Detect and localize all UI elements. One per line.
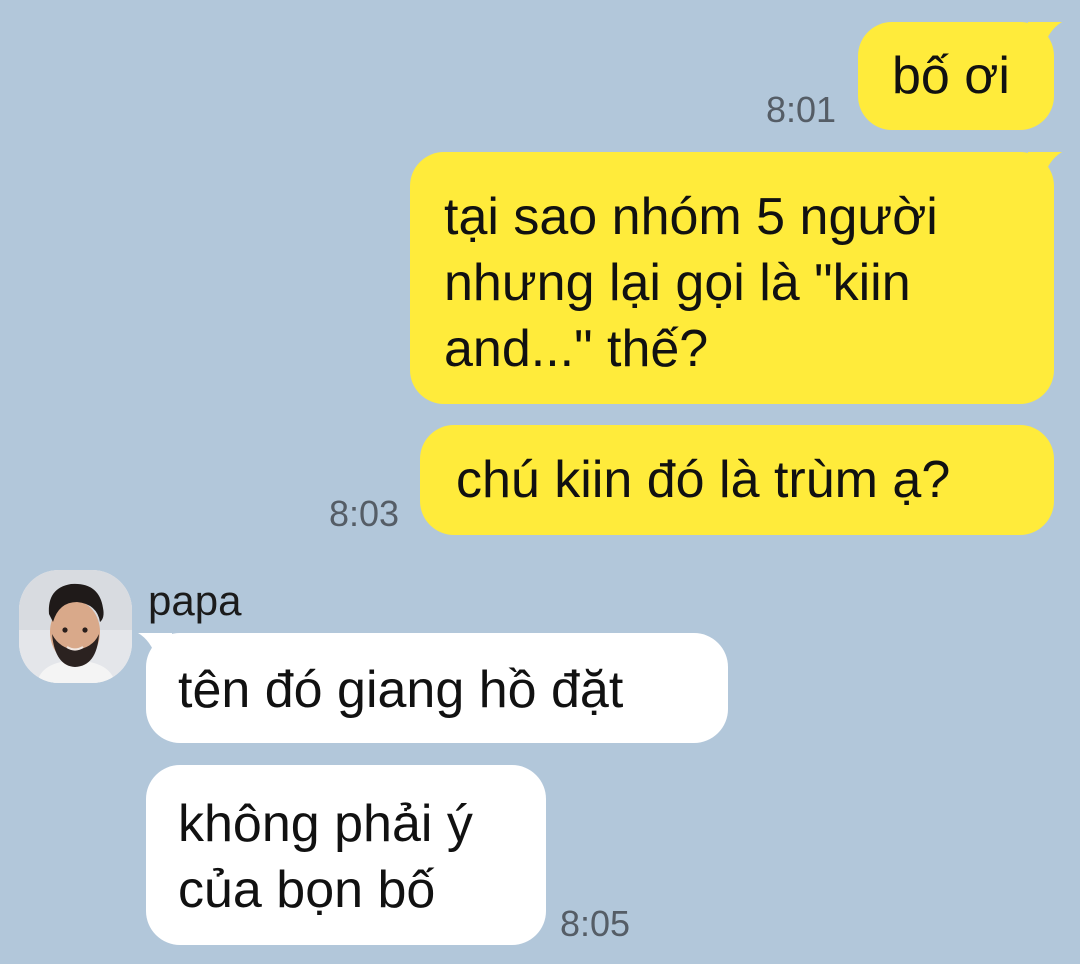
message-line: and..." thế? — [444, 320, 709, 378]
outgoing-message-bubble[interactable]: bố ơi — [858, 22, 1054, 130]
outgoing-message-bubble[interactable]: tại sao nhóm 5 người nhưng lại gọi là "k… — [410, 152, 1054, 404]
contact-avatar[interactable] — [19, 570, 132, 683]
contact-name: papa — [148, 577, 242, 624]
message-line: nhưng lại gọi là "kiin — [444, 254, 911, 312]
bearded-man-avatar-icon — [19, 570, 132, 683]
message-text: chú kiin đó là trùm ạ? — [456, 451, 951, 509]
message-timestamp: 8:03 — [329, 493, 400, 534]
chat-screen: { "conversation": { "outgoing": [ {"text… — [0, 0, 1080, 964]
outgoing-bubble-tail — [1028, 152, 1062, 182]
message-text: tên đó giang hồ đặt — [178, 661, 624, 719]
message-line: tại sao nhóm 5 người — [444, 188, 938, 246]
message-timestamp: 8:05 — [560, 903, 631, 944]
outgoing-message-bubble[interactable]: chú kiin đó là trùm ạ? — [420, 425, 1054, 535]
message-line: của bọn bố — [178, 861, 436, 919]
message-text: bố ơi — [892, 47, 1010, 105]
message-timestamp: 8:01 — [766, 89, 837, 130]
incoming-message-bubble[interactable]: không phải ý của bọn bố — [146, 765, 546, 945]
incoming-bubble-tail — [138, 633, 172, 663]
message-line: không phải ý — [178, 795, 473, 853]
outgoing-bubble-tail — [1028, 22, 1062, 52]
incoming-message-bubble[interactable]: tên đó giang hồ đặt — [146, 633, 728, 743]
